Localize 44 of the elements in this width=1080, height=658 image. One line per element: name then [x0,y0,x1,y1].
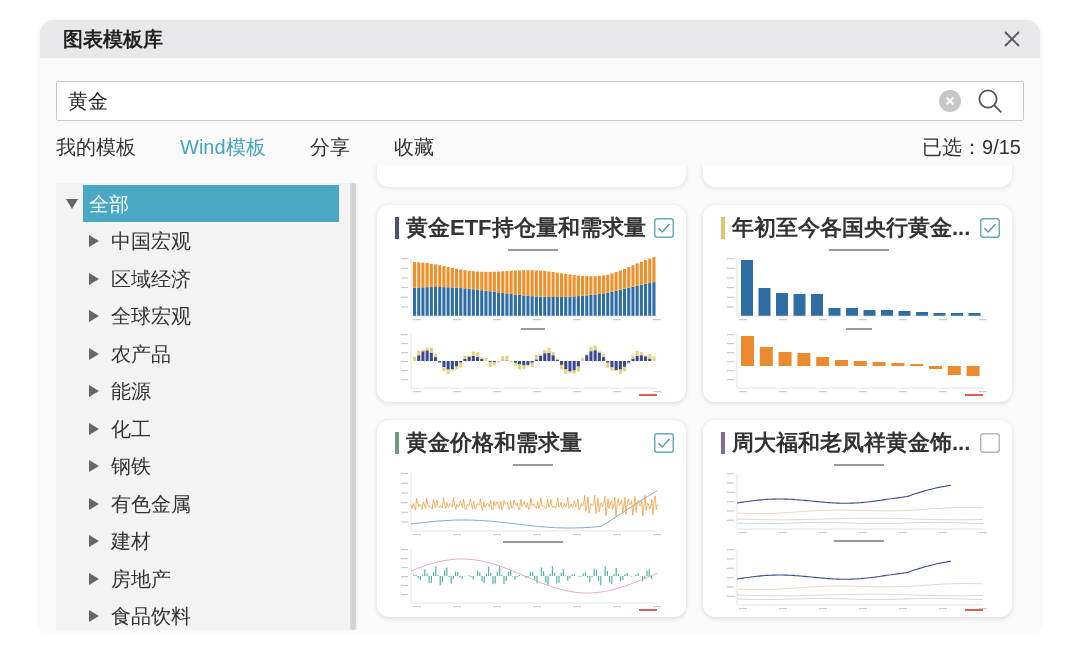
search-icon[interactable] [978,89,1002,113]
tree-item[interactable]: 化工 [105,410,157,447]
triangle-right-icon[interactable] [88,385,100,398]
tree-item[interactable]: 房地产 [105,560,177,597]
tree-item[interactable]: 钢铁 [105,448,157,485]
triangle-down-icon[interactable] [66,197,78,210]
triangle-right-icon[interactable] [88,347,100,360]
search-field[interactable]: 黄金 [56,81,1024,121]
tree-item[interactable]: 农产品 [105,335,177,372]
window-title: 图表模板库 [63,27,163,51]
close-icon[interactable] [1004,31,1020,47]
triangle-right-icon[interactable] [88,272,100,285]
card-title: 黄金价格和需求量 [406,431,582,455]
triangle-right-icon[interactable] [88,460,100,473]
card-title: 周大福和老凤祥黄金饰... [732,431,971,455]
tree-item[interactable]: 食品饮料 [105,598,197,630]
selection-count: 已选：9/15 [922,135,1022,160]
tree-item[interactable]: 能源 [105,373,157,410]
triangle-right-icon[interactable] [88,235,100,248]
triangle-right-icon[interactable] [88,310,100,323]
card-title: 黄金ETF持仓量和需求量 [406,216,646,240]
tree-item[interactable]: 全球宏观 [105,298,197,335]
checkbox[interactable] [654,433,674,453]
checkbox[interactable] [980,433,1000,453]
checkbox[interactable] [654,218,674,238]
tree-item[interactable]: 区域经济 [105,260,197,297]
tab[interactable]: 我的模板 [56,134,136,160]
tree-item[interactable]: 中国宏观 [105,223,197,260]
triangle-right-icon[interactable] [88,610,100,623]
tree-item[interactable]: 建材 [105,523,157,560]
triangle-right-icon[interactable] [88,535,100,548]
tab[interactable]: 分享 [309,134,350,160]
triangle-right-icon[interactable] [88,572,100,585]
tree-item[interactable]: 有色金属 [105,485,197,522]
template-card[interactable]: 黄金ETF持仓量和需求量 [377,205,686,402]
triangle-right-icon[interactable] [88,422,100,435]
template-card[interactable]: 周大福和老凤祥黄金饰... [703,420,1012,617]
checkbox[interactable] [980,218,1000,238]
template-card[interactable]: 黄金价格和需求量 [377,420,686,617]
template-card[interactable]: 年初至今各国央行黄金... [703,205,1012,402]
scrollbar-thumb[interactable] [350,183,356,630]
triangle-right-icon[interactable] [88,497,100,510]
tab[interactable]: 收藏 [393,134,434,160]
card-title: 年初至今各国央行黄金... [732,216,971,240]
